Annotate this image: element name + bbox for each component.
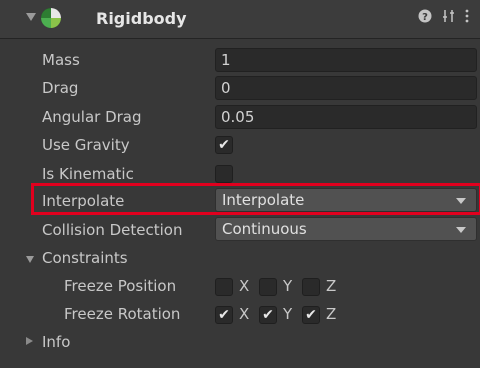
component-foldout-arrow[interactable] (26, 13, 36, 21)
freeze-rotation-y-checkbox[interactable]: ✔ (259, 306, 277, 324)
chevron-down-icon (456, 227, 466, 233)
freeze-position-z-checkbox[interactable] (302, 278, 320, 296)
axis-x-label: X (239, 277, 250, 295)
component-header[interactable]: Rigidbody ? (0, 0, 480, 39)
constraints-foldout-icon[interactable] (26, 256, 34, 263)
rigidbody-sphere-icon (41, 8, 61, 28)
axis-y-label: Y (283, 305, 293, 323)
angular-drag-label: Angular Drag (42, 108, 142, 126)
kebab-menu-icon[interactable] (464, 9, 470, 27)
presets-icon[interactable] (442, 9, 456, 27)
collision-detection-value: Continuous (222, 220, 307, 238)
mass-field[interactable]: 1 (215, 48, 477, 72)
info-foldout-icon[interactable] (26, 337, 33, 345)
component-title: Rigidbody (96, 9, 187, 28)
freeze-rotation-x-checkbox[interactable]: ✔ (215, 306, 233, 324)
use-gravity-checkbox[interactable]: ✔ (215, 136, 233, 154)
mass-label: Mass (42, 51, 80, 69)
constraints-label[interactable]: Constraints (42, 249, 128, 267)
drag-field[interactable]: 0 (215, 76, 477, 100)
axis-z-label: Z (326, 305, 337, 323)
freeze-position-x-checkbox[interactable] (215, 278, 233, 296)
is-kinematic-label: Is Kinematic (42, 165, 134, 183)
rigidbody-inspector-panel: Rigidbody ? Mass 1 Drag 0 Angular Drag 0… (0, 0, 480, 368)
drag-label: Drag (42, 79, 79, 97)
collision-detection-dropdown[interactable]: Continuous (215, 217, 477, 241)
freeze-rotation-label: Freeze Rotation (64, 305, 181, 323)
axis-y-label: Y (283, 277, 293, 295)
info-label[interactable]: Info (42, 333, 70, 351)
use-gravity-label: Use Gravity (42, 136, 130, 154)
axis-z-label: Z (326, 277, 337, 295)
collision-detection-label: Collision Detection (42, 221, 183, 239)
help-icon[interactable]: ? (418, 9, 432, 27)
freeze-position-y-checkbox[interactable] (259, 278, 277, 296)
freeze-rotation-z-checkbox[interactable]: ✔ (302, 306, 320, 324)
angular-drag-field[interactable]: 0.05 (215, 105, 477, 129)
svg-text:?: ? (422, 12, 428, 23)
is-kinematic-checkbox[interactable] (215, 165, 233, 183)
interpolate-highlight-box (31, 183, 480, 215)
freeze-position-label: Freeze Position (64, 277, 177, 295)
axis-x-label: X (239, 305, 250, 323)
